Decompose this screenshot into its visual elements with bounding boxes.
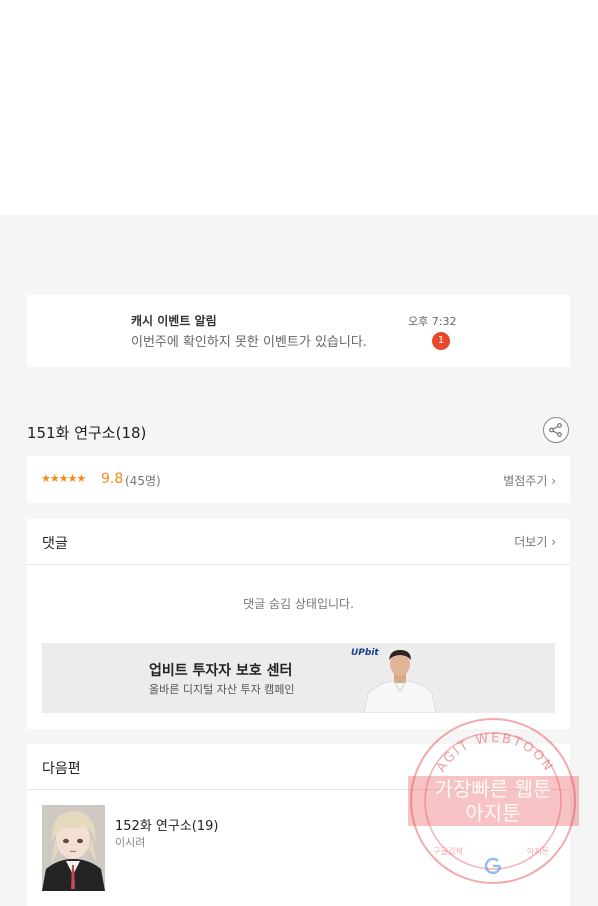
- comments-label: 댓글: [42, 536, 68, 552]
- next-episode-header: 다음편: [27, 744, 570, 790]
- notification-title: 캐시 이벤트 알림: [131, 314, 217, 328]
- comments-section: 댓글 더보기 › 댓글 숨김 상태입니다. 업비트 투자자 보호 센터 올바른 …: [27, 519, 570, 729]
- ad-banner[interactable]: 업비트 투자자 보호 센터 올바른 디지털 자산 투자 캠페인 UPbit: [42, 643, 555, 713]
- comments-header: 댓글 더보기 ›: [27, 519, 570, 565]
- next-episode-thumbnail-image: [42, 805, 105, 891]
- comments-hidden-message: 댓글 숨김 상태입니다.: [243, 597, 354, 611]
- notification-badge: 1: [432, 332, 450, 350]
- rating-score: 9.8: [101, 471, 124, 487]
- star-rating-icon: ★★★★★: [41, 472, 86, 485]
- share-icon: [549, 423, 562, 437]
- next-episode-label: 다음편: [42, 761, 81, 777]
- notification-message: 이번주에 확인하지 못한 이벤트가 있습니다.: [131, 335, 367, 350]
- notification-card[interactable]: 캐시 이벤트 알림 이번주에 확인하지 못한 이벤트가 있습니다. 오후 7:3…: [27, 295, 570, 367]
- episode-title: 151화 연구소(18): [27, 424, 147, 442]
- ad-subtitle: 올바른 디지털 자산 투자 캠페인: [149, 683, 295, 696]
- rating-bar: ★★★★★ 9.8 (45명) 별점주기 ›: [27, 456, 570, 503]
- share-button[interactable]: [543, 417, 569, 443]
- next-episode-thumbnail[interactable]: [42, 805, 105, 891]
- content-area: [0, 0, 598, 215]
- rate-button[interactable]: 별점주기 ›: [503, 472, 556, 489]
- next-episode-section: 다음편 152화 연구소(19) 이시려: [27, 744, 570, 906]
- next-episode-title[interactable]: 152화 연구소(19): [115, 815, 218, 834]
- ad-title: 업비트 투자자 보호 센터: [149, 663, 293, 679]
- comments-more-button[interactable]: 더보기 ›: [514, 533, 556, 550]
- next-episode-author: 이시려: [115, 836, 146, 849]
- notification-time: 오후 7:32: [408, 315, 457, 328]
- ad-person-image: [363, 650, 437, 713]
- rating-count: (45명): [125, 474, 161, 488]
